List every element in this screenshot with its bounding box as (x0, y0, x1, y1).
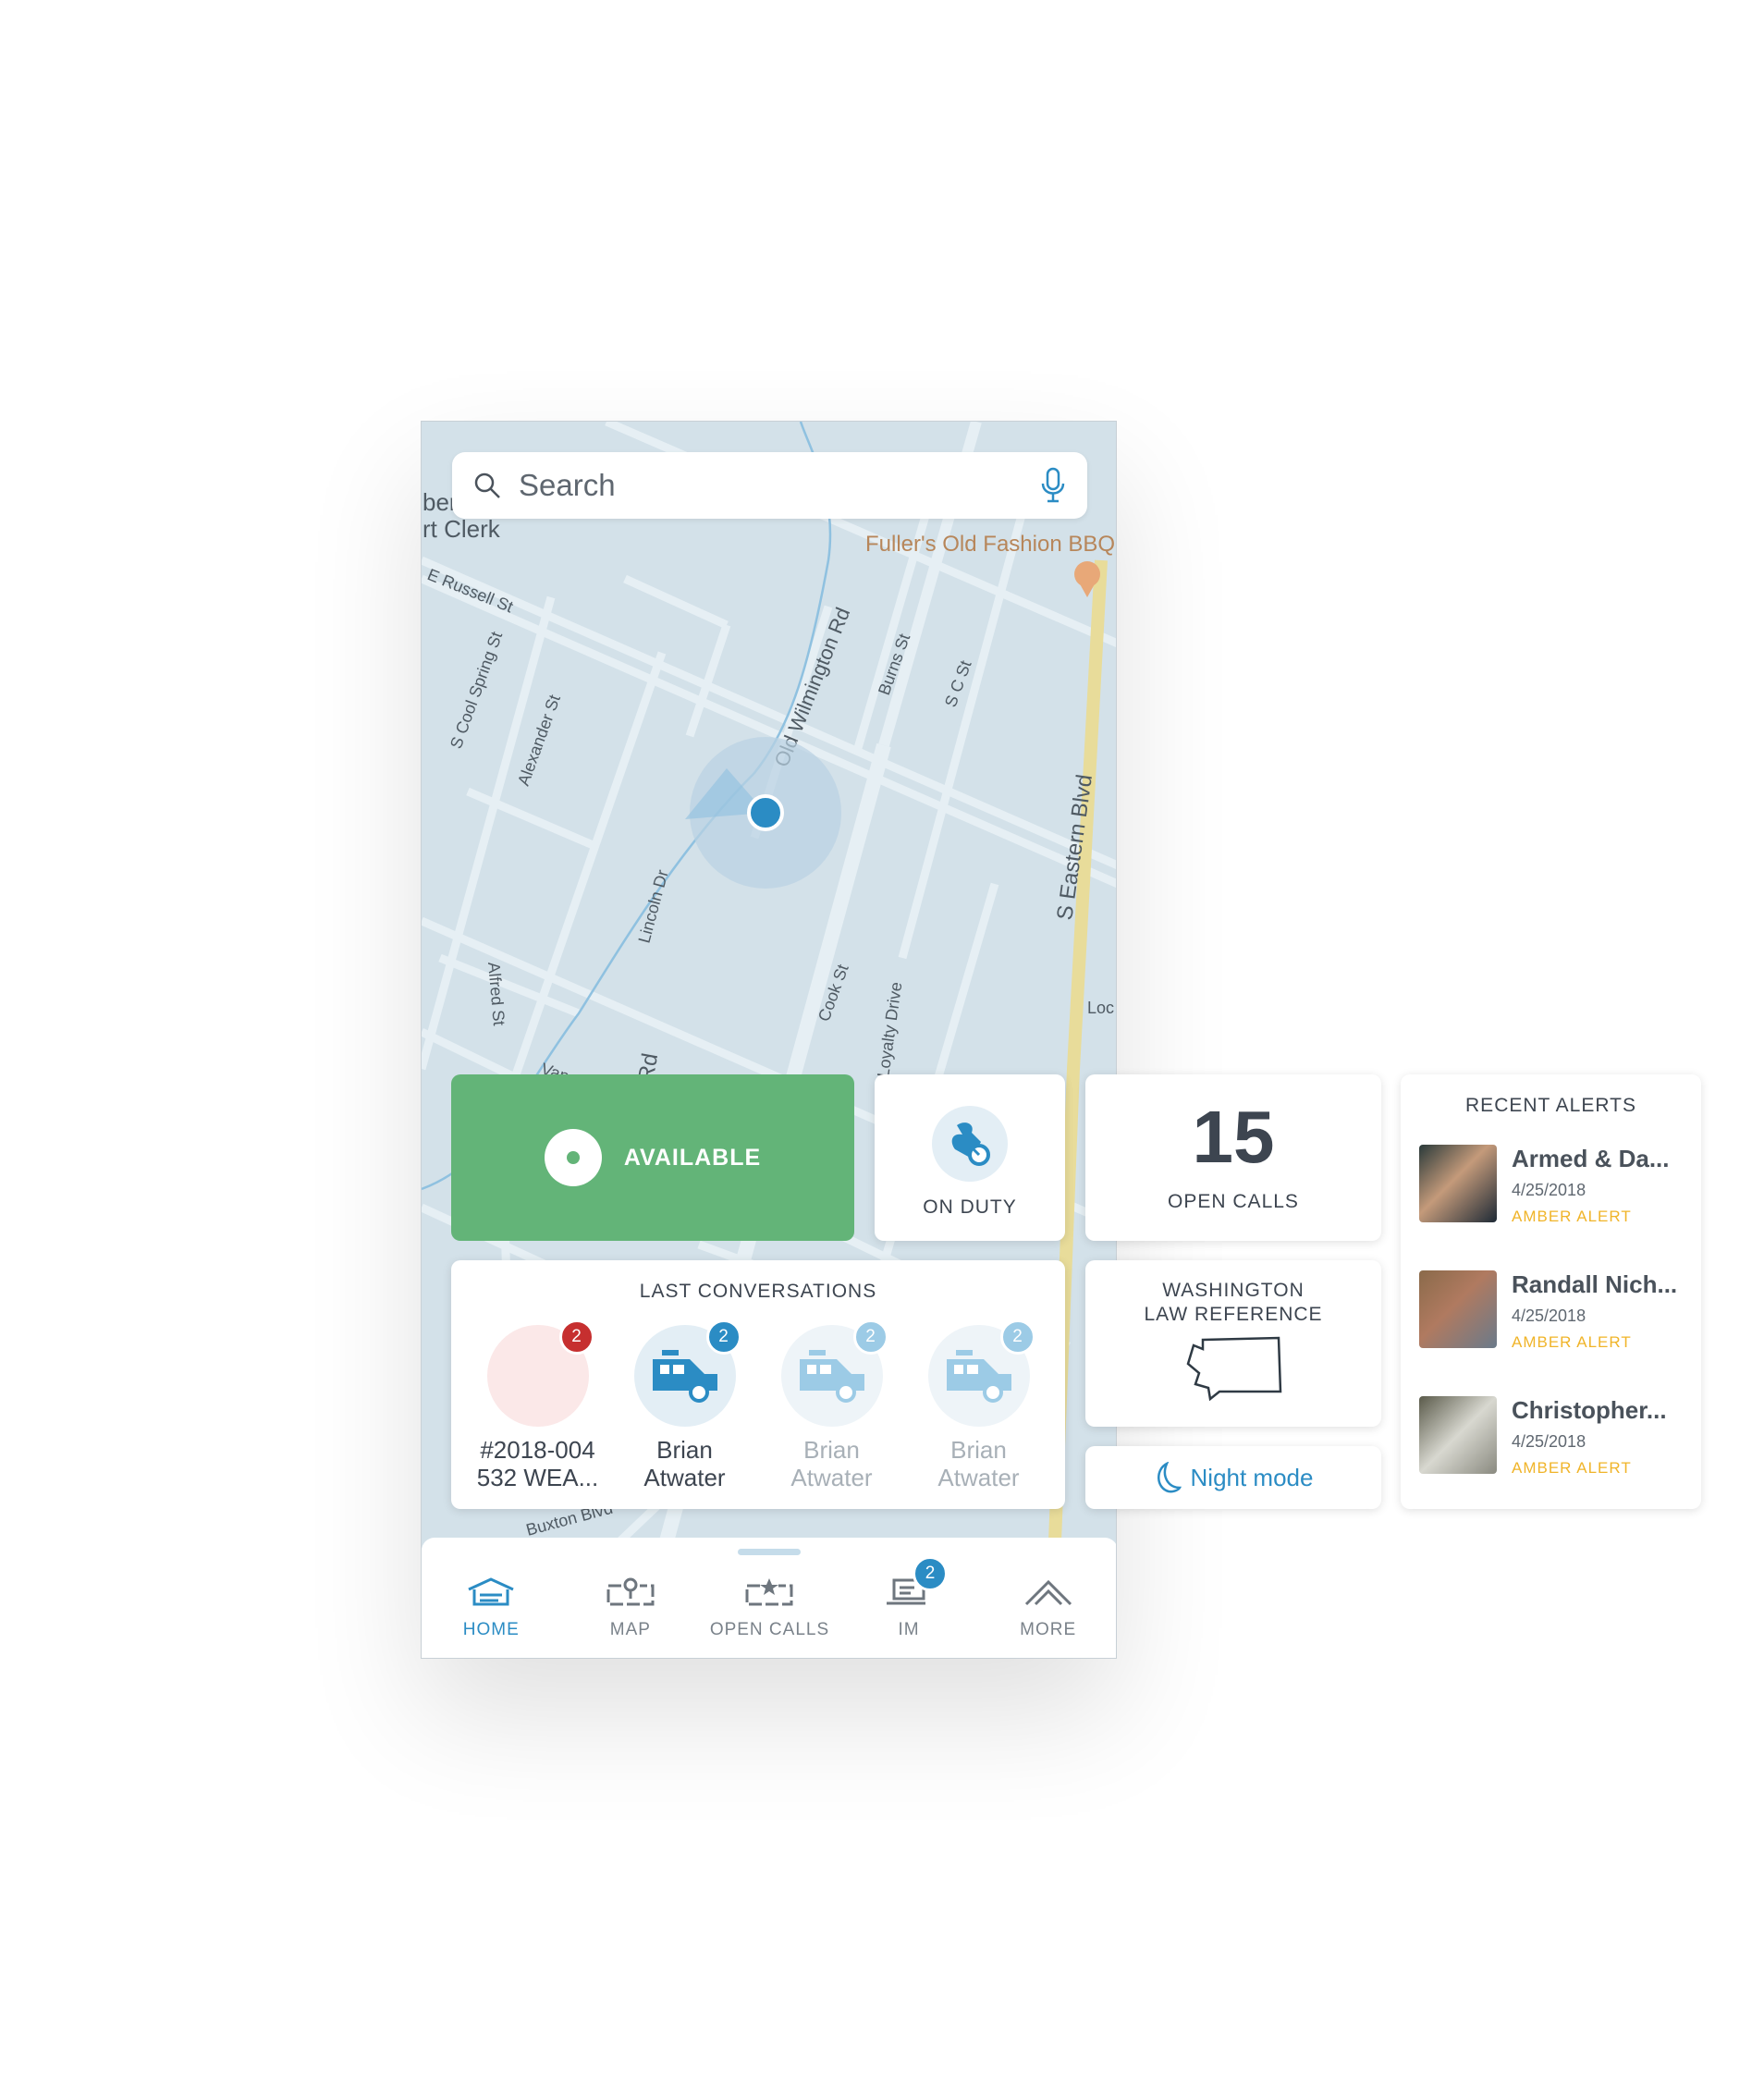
open-calls-count: 15 (1192, 1096, 1275, 1178)
map-label: Loc (1087, 999, 1114, 1017)
map-icon (606, 1577, 655, 1606)
status-dot-icon (544, 1129, 602, 1186)
im-badge: 2 (913, 1556, 949, 1591)
nav-home[interactable]: HOME (426, 1576, 556, 1658)
recent-alerts-title: RECENT ALERTS (1465, 1095, 1636, 1116)
search-input[interactable]: Search (519, 468, 1039, 503)
alert-name: Armed & Da... (1512, 1145, 1670, 1172)
on-duty-card[interactable]: ON DUTY (875, 1074, 1065, 1241)
nav-label: IM (898, 1620, 920, 1639)
on-duty-label: ON DUTY (923, 1196, 1017, 1218)
alert-photo (1419, 1145, 1497, 1222)
law-reference-card[interactable]: WASHINGTON LAW REFERENCE (1085, 1260, 1381, 1427)
unread-badge: 2 (558, 1319, 594, 1355)
alert-type: AMBER ALERT (1512, 1208, 1632, 1225)
alert-name: Christopher... (1512, 1396, 1667, 1424)
night-mode-label: Night mode (1190, 1463, 1314, 1491)
alert-name: Randall Nich... (1512, 1270, 1678, 1298)
alert-item[interactable]: Randall Nich... 4/25/2018 AMBER ALERT (1419, 1270, 1701, 1352)
law-reference-line1: WASHINGTON (1162, 1280, 1305, 1301)
available-status-button[interactable]: AVAILABLE (451, 1074, 854, 1241)
conversation-line1: Brian (803, 1436, 860, 1464)
nav-map[interactable]: MAP (566, 1576, 695, 1658)
conversation-line2: 532 WEA... (476, 1464, 599, 1491)
nav-label: HOME (462, 1620, 520, 1639)
nav-label: MAP (609, 1620, 651, 1639)
conversation-line2: Atwater (937, 1464, 1020, 1491)
map-label: rt Clerk (423, 515, 501, 543)
microphone-icon[interactable] (1039, 467, 1067, 504)
open-calls-icon (745, 1578, 793, 1606)
nav-label: OPEN CALLS (709, 1620, 830, 1639)
law-reference-line2: LAW REFERENCE (1144, 1304, 1323, 1325)
available-label: AVAILABLE (623, 1144, 762, 1171)
police-car-icon: 2 (927, 1319, 1035, 1427)
open-calls-label: OPEN CALLS (1168, 1191, 1299, 1212)
recent-alerts-card: RECENT ALERTS Armed & Da... 4/25/2018 AMBE… (1401, 1074, 1701, 1509)
washington-state-icon (1186, 1336, 1282, 1402)
alert-item[interactable]: Christopher... 4/25/2018 AMBER ALERT (1419, 1396, 1701, 1478)
alert-type: AMBER ALERT (1512, 1459, 1632, 1477)
conversation-item[interactable]: 2 Brian Atwater (763, 1319, 901, 1491)
bottom-nav: HOME MAP OPEN CALLS 2 IM MORE (422, 1538, 1116, 1658)
night-mode-button[interactable]: Night mode (1085, 1446, 1381, 1509)
alert-type: AMBER ALERT (1512, 1333, 1632, 1351)
police-car-icon: 2 (780, 1319, 888, 1427)
conversation-line2: Atwater (643, 1464, 726, 1491)
police-car-icon: 2 (633, 1319, 741, 1427)
nav-label: MORE (1020, 1620, 1077, 1639)
alert-photo (1419, 1396, 1497, 1474)
search-bar[interactable]: Search (452, 452, 1087, 519)
drag-handle[interactable] (738, 1549, 801, 1555)
unread-badge: 2 (999, 1319, 1035, 1355)
moon-icon (1157, 1462, 1182, 1493)
conversation-line1: Brian (950, 1436, 1007, 1464)
conversation-line2: Atwater (790, 1464, 873, 1491)
alert-date: 4/25/2018 (1512, 1306, 1586, 1325)
unread-badge: 2 (705, 1319, 741, 1355)
unread-badge: 2 (852, 1319, 888, 1355)
nav-im[interactable]: 2 IM (844, 1556, 974, 1658)
conversation-line1: #2018-004 (480, 1436, 595, 1464)
conversation-line1: Brian (656, 1436, 713, 1464)
current-location-dot (747, 794, 784, 831)
motorcycle-icon (932, 1106, 1008, 1182)
conversation-item[interactable]: 2 Brian Atwater (616, 1319, 754, 1491)
open-calls-card[interactable]: 15 OPEN CALLS (1085, 1074, 1381, 1241)
nav-open-calls[interactable]: OPEN CALLS (704, 1576, 834, 1658)
chevron-up-icon (1024, 1579, 1072, 1606)
alert-item[interactable]: Armed & Da... 4/25/2018 AMBER ALERT (1419, 1145, 1701, 1226)
conversation-item[interactable]: 2 Brian Atwater (910, 1319, 1048, 1491)
last-conversations-card: LAST CONVERSATIONS 2 #2018-004 532 WEA...… (451, 1260, 1065, 1509)
nav-more[interactable]: MORE (984, 1576, 1113, 1658)
map-label: Fuller's Old Fashion BBQ (865, 532, 1115, 557)
conversation-item[interactable]: 2 #2018-004 532 WEA... (469, 1319, 607, 1491)
alert-date: 4/25/2018 (1512, 1432, 1586, 1451)
alert-photo (1419, 1270, 1497, 1348)
search-icon (474, 472, 500, 498)
last-conversations-title: LAST CONVERSATIONS (639, 1281, 877, 1302)
conversation-avatar: 2 (486, 1319, 594, 1427)
home-icon (468, 1577, 514, 1606)
alert-date: 4/25/2018 (1512, 1181, 1586, 1199)
